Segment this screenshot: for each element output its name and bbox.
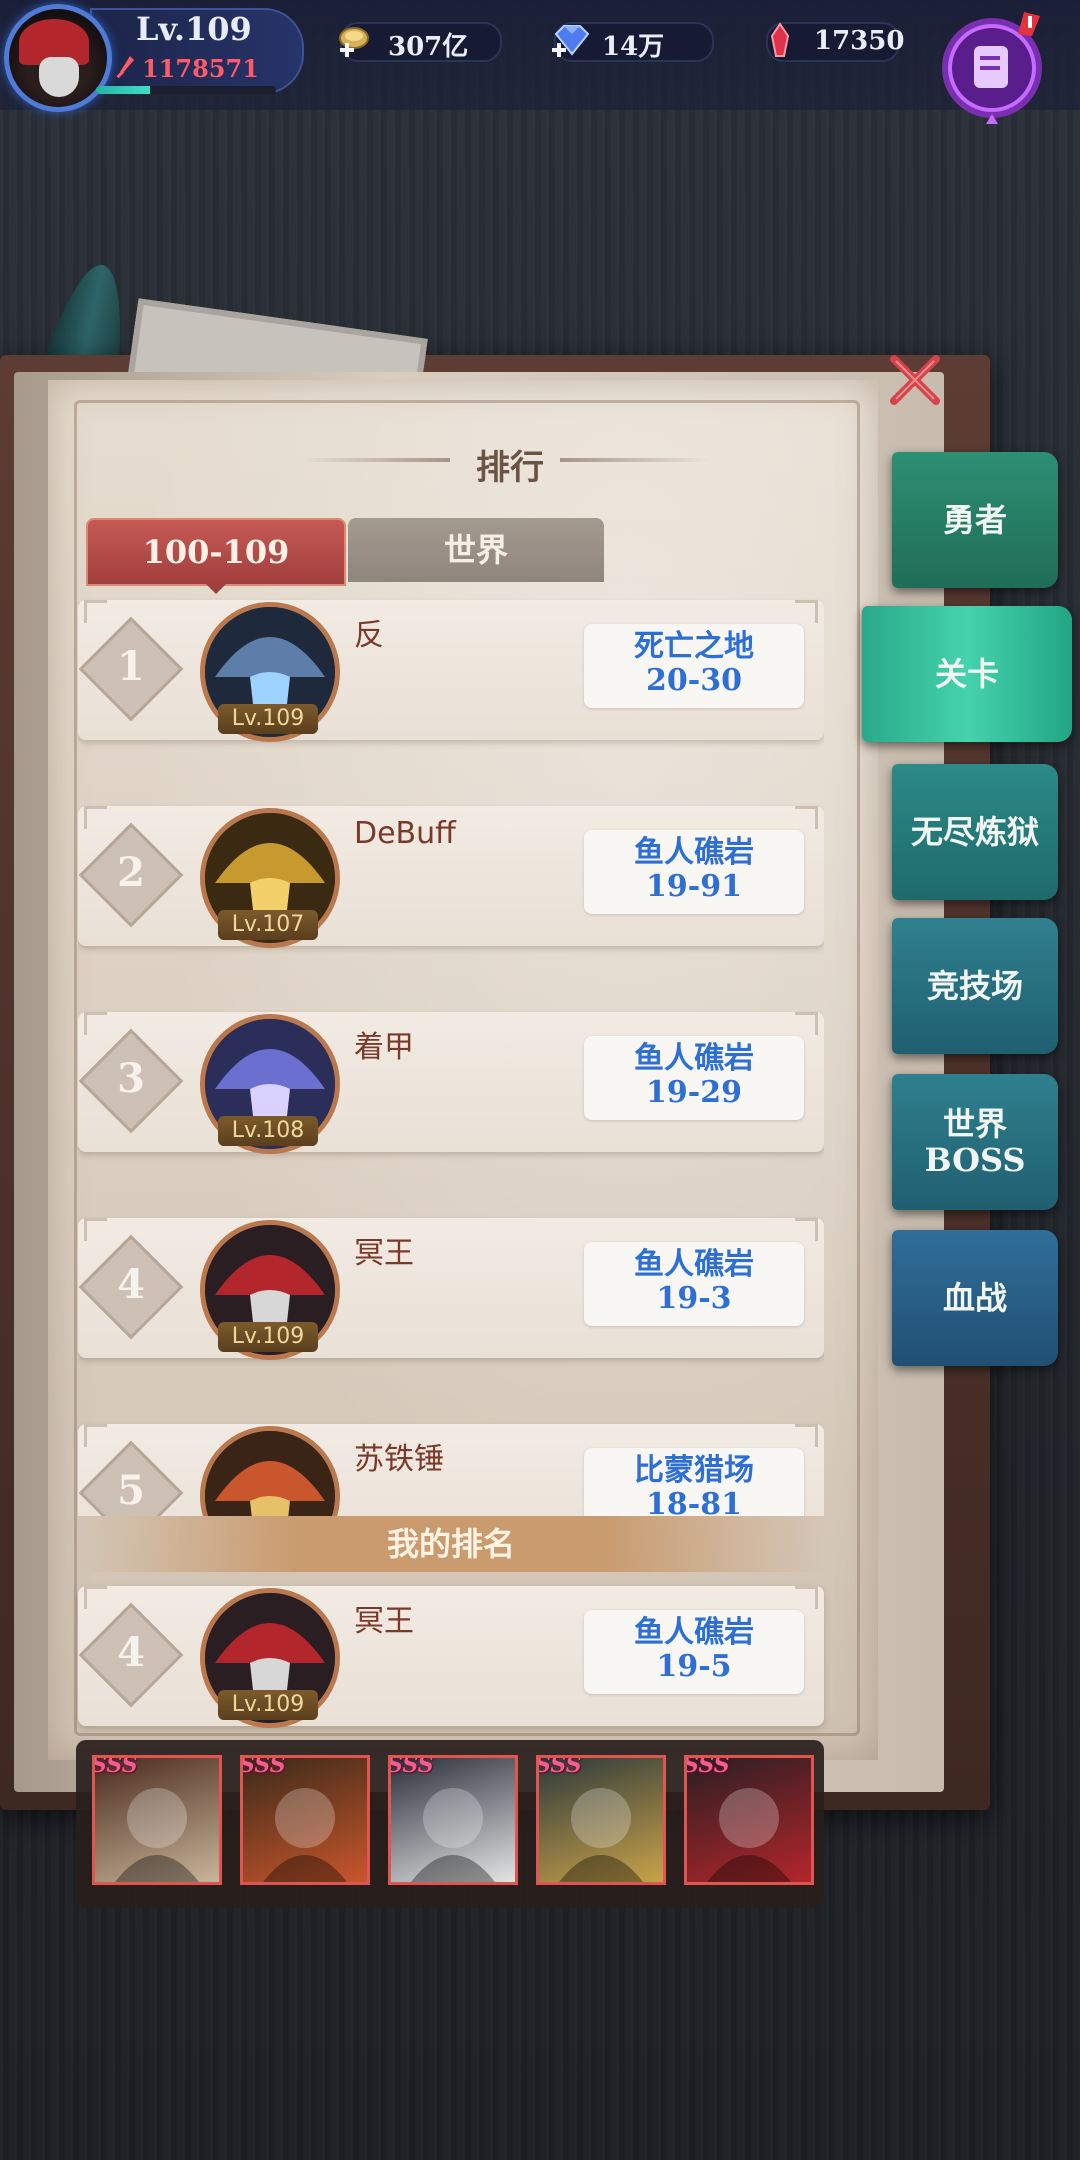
ranking-row[interactable]: 4 Lv.109 冥王 鱼人礁岩 19-3 bbox=[78, 1218, 824, 1360]
stage-box: 死亡之地 20-30 bbox=[584, 624, 804, 708]
grade-badge: SSS bbox=[684, 1755, 730, 1778]
diamond-resource[interactable]: 14万 bbox=[552, 22, 714, 62]
rank-number: 2 bbox=[117, 849, 145, 896]
stage-number: 20-30 bbox=[646, 663, 742, 698]
my-rank-header: 我的排名 bbox=[78, 1516, 824, 1572]
stage-number: 18-81 bbox=[646, 1487, 742, 1517]
avatar-face bbox=[39, 57, 79, 97]
rank-number: 3 bbox=[117, 1055, 145, 1102]
grade-badge: SSS bbox=[240, 1755, 286, 1778]
level-tag: Lv.109 bbox=[218, 1322, 318, 1352]
diamond-plus-icon bbox=[552, 25, 590, 57]
grade-badge: SSS bbox=[92, 1755, 138, 1778]
my-rank-row[interactable]: 4 Lv.109 冥王 鱼人礁岩 19-5 bbox=[78, 1586, 824, 1728]
ranking-list[interactable]: 1 Lv.109 反死亡之地 20-30 2 Lv.107 DeBuff 鱼人礁岩 19-91 3… bbox=[78, 586, 824, 1516]
ranking-row[interactable]: 5 苏铁锤 比蒙猎场 18-81 bbox=[78, 1424, 824, 1516]
player-level: Lv.109 bbox=[136, 10, 252, 48]
tab-world-boss[interactable]: 世界BOSS bbox=[892, 1074, 1058, 1210]
stage-name: 比蒙猎场 bbox=[634, 1453, 754, 1488]
tab-heroes[interactable]: 勇者 bbox=[892, 452, 1058, 588]
rank-number: 4 bbox=[117, 1629, 145, 1676]
stage-name: 鱼人礁岩 bbox=[634, 835, 754, 870]
team-hero-card[interactable]: SSS bbox=[388, 1755, 518, 1885]
crystal-resource[interactable]: 17350 bbox=[766, 22, 904, 62]
ranking-row[interactable]: 3 Lv.108 着甲 鱼人礁岩 19-29 bbox=[78, 1012, 824, 1154]
tab-arena[interactable]: 竞技场 bbox=[892, 918, 1058, 1054]
rank-number: 1 bbox=[117, 643, 145, 690]
ranking-row[interactable]: 1 Lv.109 反 死亡之地 20-30 bbox=[78, 600, 824, 742]
team-hero-card[interactable]: SSS bbox=[240, 1755, 370, 1885]
team-hero-card[interactable]: SSS bbox=[92, 1755, 222, 1885]
gold-resource[interactable]: 307亿 bbox=[339, 22, 502, 62]
player-name: 冥王 bbox=[354, 1604, 414, 1639]
level-tag: Lv.107 bbox=[218, 910, 318, 940]
stage-number: 19-3 bbox=[656, 1281, 732, 1316]
player-avatar[interactable] bbox=[4, 4, 112, 112]
sword-icon bbox=[116, 56, 134, 79]
player-name: 反 bbox=[354, 618, 384, 653]
level-tag: Lv.109 bbox=[218, 704, 318, 734]
team-hero-card[interactable]: SSS bbox=[536, 1755, 666, 1885]
tab-stages[interactable]: 关卡 bbox=[862, 606, 1072, 742]
stage-box: 比蒙猎场 18-81 bbox=[584, 1448, 804, 1516]
player-name: DeBuff bbox=[354, 816, 456, 851]
tab-level-range[interactable]: 100-109 bbox=[86, 518, 346, 594]
grade-badge: SSS bbox=[536, 1755, 582, 1778]
stage-number: 19-5 bbox=[656, 1649, 732, 1684]
stage-box: 鱼人礁岩 19-29 bbox=[584, 1036, 804, 1120]
xp-bar bbox=[96, 86, 276, 94]
panel-title: 排行 bbox=[476, 448, 544, 488]
grade-badge: SSS bbox=[388, 1755, 434, 1778]
stage-box: 鱼人礁岩 19-91 bbox=[584, 830, 804, 914]
stage-number: 19-91 bbox=[646, 869, 742, 904]
gold-value: 307亿 bbox=[388, 32, 469, 62]
stage-box: 鱼人礁岩 19-3 bbox=[584, 1242, 804, 1326]
player-name: 冥王 bbox=[354, 1236, 414, 1271]
gold-coin-plus-icon bbox=[339, 27, 369, 57]
combat-power: 1178571 bbox=[142, 54, 259, 83]
quest-scroll-button[interactable] bbox=[934, 6, 1054, 126]
tab-world[interactable]: 世界 bbox=[348, 518, 604, 582]
player-name: 着甲 bbox=[354, 1030, 414, 1065]
stage-name: 鱼人礁岩 bbox=[634, 1041, 754, 1076]
stage-name: 死亡之地 bbox=[634, 629, 754, 664]
rank-number: 5 bbox=[117, 1467, 145, 1514]
stage-name: 鱼人礁岩 bbox=[634, 1247, 754, 1282]
ranking-row[interactable]: 2 Lv.107 DeBuff 鱼人礁岩 19-91 bbox=[78, 806, 824, 948]
player-name: 苏铁锤 bbox=[354, 1442, 444, 1477]
red-crystal-icon bbox=[770, 22, 790, 57]
xp-fill bbox=[96, 86, 150, 94]
crystal-value: 17350 bbox=[814, 26, 905, 56]
level-tag: Lv.109 bbox=[218, 1690, 318, 1720]
stage-number: 19-29 bbox=[646, 1075, 742, 1110]
tab-endless-purgatory[interactable]: 无尽炼狱 bbox=[892, 764, 1058, 900]
player-avatar[interactable] bbox=[200, 1426, 340, 1516]
rank-number: 4 bbox=[117, 1261, 145, 1308]
close-icon[interactable] bbox=[880, 345, 950, 415]
stage-name: 鱼人礁岩 bbox=[634, 1615, 754, 1650]
level-tag: Lv.108 bbox=[218, 1116, 318, 1146]
team-hero-card[interactable]: SSS bbox=[684, 1755, 814, 1885]
diamond-value: 14万 bbox=[602, 32, 665, 62]
tab-blood-battle[interactable]: 血战 bbox=[892, 1230, 1058, 1366]
stage-box: 鱼人礁岩 19-5 bbox=[584, 1610, 804, 1694]
